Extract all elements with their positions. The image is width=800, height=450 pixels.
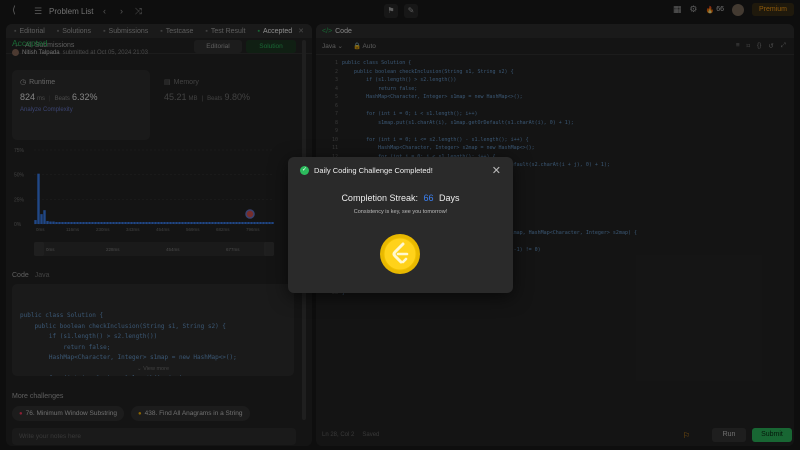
close-icon[interactable]: ✕ [492, 164, 501, 177]
streak-label: Completion Streak: [341, 193, 418, 203]
modal-message: Consistency is key, see you tomorrow! [353, 209, 448, 215]
leetcode-coin-icon [380, 234, 420, 274]
daily-challenge-modal: ✓ Daily Coding Challenge Completed! ✕ Co… [288, 157, 513, 293]
streak-unit: Days [439, 193, 460, 203]
completion-streak: Completion Streak: 66 Days [288, 193, 513, 203]
modal-title: Daily Coding Challenge Completed! [314, 166, 433, 175]
check-circle-icon: ✓ [300, 166, 309, 175]
streak-value: 66 [423, 193, 434, 203]
